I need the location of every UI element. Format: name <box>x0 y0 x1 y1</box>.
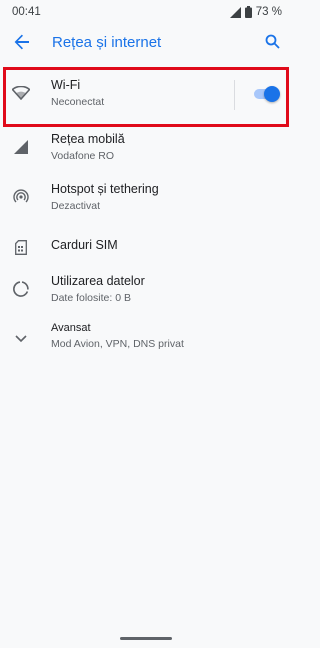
page-title: Rețea și internet <box>52 34 162 51</box>
highlight-box <box>3 67 289 127</box>
hotspot-icon <box>10 186 32 208</box>
battery-percent: 73 % <box>255 6 282 18</box>
hotspot-summary: Dezactivat <box>51 200 101 212</box>
battery-icon <box>244 6 252 18</box>
cellular-icon <box>10 136 32 158</box>
setting-sim-cards[interactable]: Carduri SIM <box>0 224 292 272</box>
mobile-network-label: Rețea mobilă <box>51 132 125 146</box>
setting-hotspot[interactable]: Hotspot și tethering Dezactivat <box>0 174 292 222</box>
hotspot-label: Hotspot și tethering <box>51 182 159 196</box>
app-bar: Rețea și internet <box>0 24 292 64</box>
data-usage-label: Utilizarea datelor <box>51 274 145 288</box>
search-button[interactable] <box>258 30 286 58</box>
data-usage-icon <box>10 278 32 300</box>
back-button[interactable] <box>8 30 36 58</box>
advanced-summary: Mod Avion, VPN, DNS privat <box>51 338 184 350</box>
search-icon <box>265 34 280 54</box>
advanced-label: Avansat <box>51 322 91 334</box>
sim-card-icon <box>10 236 32 258</box>
chevron-down-icon <box>10 328 32 350</box>
status-icons: 73 % <box>229 6 282 18</box>
status-bar: 00:41 73 % <box>0 0 292 24</box>
setting-data-usage[interactable]: Utilizarea datelor Date folosite: 0 B <box>0 266 292 314</box>
setting-advanced[interactable]: Avansat Mod Avion, VPN, DNS privat <box>0 316 292 364</box>
sim-cards-label: Carduri SIM <box>51 238 118 252</box>
mobile-network-summary: Vodafone RO <box>51 150 115 162</box>
nav-gesture-handle[interactable] <box>120 637 172 640</box>
status-time: 00:41 <box>12 6 41 18</box>
data-usage-summary: Date folosite: 0 B <box>51 292 131 304</box>
setting-mobile-network[interactable]: Rețea mobilă Vodafone RO <box>0 124 292 172</box>
signal-icon <box>229 6 241 18</box>
arrow-back-icon <box>14 34 30 55</box>
